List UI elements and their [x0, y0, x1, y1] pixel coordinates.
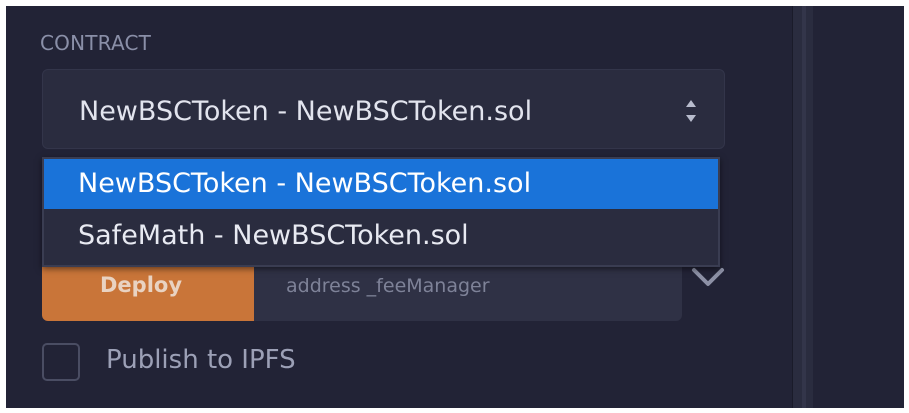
publish-ipfs-checkbox[interactable] — [42, 343, 80, 381]
chevron-down-icon[interactable] — [690, 266, 726, 290]
contract-option-newbsctoken[interactable]: NewBSCToken - NewBSCToken.sol — [44, 159, 718, 209]
editor-area — [813, 6, 904, 408]
contract-dropdown-list: NewBSCToken - NewBSCToken.sol SafeMath -… — [42, 157, 720, 267]
deploy-panel: CONTRACT NewBSCToken - NewBSCToken.sol D… — [6, 6, 792, 408]
divider-grip — [802, 6, 806, 408]
contract-section-label: CONTRACT — [40, 31, 152, 55]
publish-ipfs-label: Publish to IPFS — [106, 345, 296, 375]
deploy-panel-frame: CONTRACT NewBSCToken - NewBSCToken.sol D… — [6, 6, 904, 408]
contract-select[interactable]: NewBSCToken - NewBSCToken.sol — [42, 69, 725, 149]
fee-manager-placeholder: address _feeManager — [286, 275, 490, 297]
sort-arrows-icon — [686, 100, 696, 122]
deploy-button-label: Deploy — [100, 273, 183, 297]
contract-select-value: NewBSCToken - NewBSCToken.sol — [79, 96, 533, 127]
contract-option-safemath[interactable]: SafeMath - NewBSCToken.sol — [44, 211, 718, 261]
